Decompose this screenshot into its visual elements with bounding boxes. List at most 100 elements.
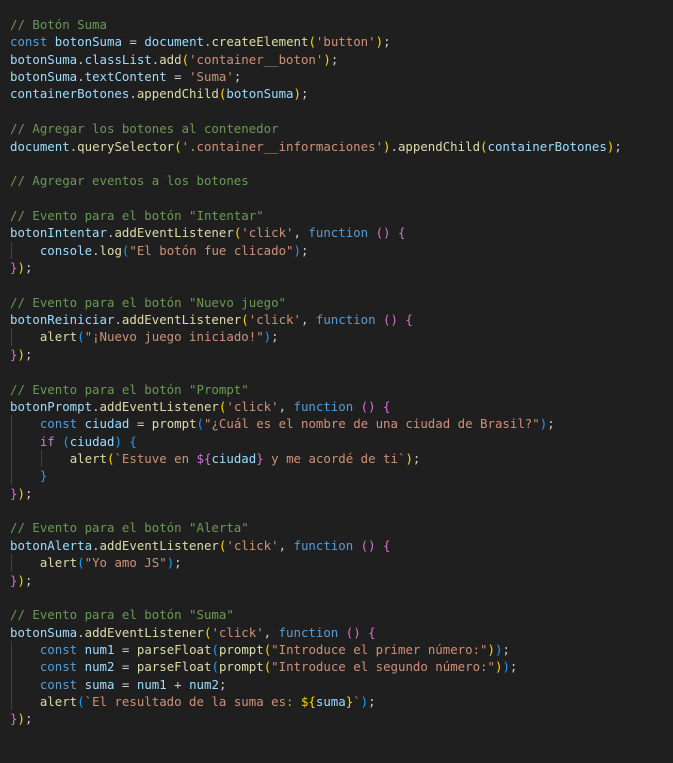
semicolon: ;	[24, 572, 33, 588]
method-addeventlistener: addEventListener	[99, 398, 219, 414]
code-line[interactable]: // Evento para el botón "Prompt"	[0, 381, 673, 398]
identifier-botonreiniciar: botonReiniciar	[10, 312, 115, 328]
code-line[interactable]: const ciudad = prompt("¿Cuál es el nombr…	[0, 415, 673, 433]
dot: .	[92, 398, 100, 414]
method-alert: alert	[39, 694, 78, 710]
code-line[interactable]: botonIntentar.addEventListener('click', …	[0, 224, 673, 241]
method-addeventlistener: addEventListener	[121, 312, 242, 328]
indent-guide	[11, 241, 12, 260]
code-line-blank[interactable]	[0, 155, 673, 172]
identifier-suma: suma	[84, 676, 115, 692]
code-line[interactable]: botonReiniciar.addEventListener('click',…	[0, 311, 673, 328]
keyword-function: function	[293, 537, 354, 553]
code-line[interactable]: // Evento para el botón "Alerta"	[0, 519, 673, 536]
code-line-blank[interactable]	[0, 589, 673, 606]
paren-open: (	[211, 659, 219, 675]
code-line[interactable]: botonSuma.addEventListener('click', func…	[0, 624, 673, 641]
code-line[interactable]: const botonSuma = document.createElement…	[0, 33, 673, 50]
code-line[interactable]: });	[0, 259, 673, 276]
paren-close: )	[17, 711, 25, 727]
code-line[interactable]: const num1 = parseFloat(prompt("Introduc…	[0, 640, 673, 659]
code-line[interactable]: alert("Yo amo JS");	[0, 554, 673, 572]
keyword-function: function	[293, 398, 354, 414]
method-addeventlistener: addEventListener	[99, 537, 219, 553]
string-click: 'click'	[241, 225, 294, 241]
string-introduce-primer: "Introduce el primer número:"	[271, 641, 488, 657]
code-line[interactable]: });	[0, 572, 673, 589]
code-editor-pane[interactable]: // Botón Suma const botonSuma = document…	[0, 0, 673, 763]
code-line[interactable]: });	[0, 710, 673, 727]
comment-token: // Evento para el botón "Alerta"	[10, 520, 249, 536]
code-line[interactable]: botonAlerta.addEventListener('click', fu…	[0, 537, 673, 554]
indent-guide	[11, 449, 12, 468]
code-line-blank[interactable]	[0, 363, 673, 380]
operator-assign: =	[129, 416, 152, 432]
method-alert: alert	[39, 555, 78, 571]
dot: .	[390, 138, 398, 154]
method-add: add	[159, 51, 182, 67]
code-line[interactable]: // Agregar los botones al contenedor	[0, 120, 673, 137]
string-nuevo-juego: "¡Nuevo juego iniciado!"	[84, 329, 264, 345]
semicolon: ;	[547, 416, 555, 432]
code-line[interactable]: const suma = num1 + num2;	[0, 675, 673, 694]
semicolon: ;	[24, 485, 33, 501]
code-line[interactable]: // Botón Suma	[0, 16, 673, 33]
code-line[interactable]: console.log("El botón fue clicado");	[0, 241, 673, 260]
brace-open: {	[383, 537, 391, 553]
paren-open: (	[241, 312, 249, 328]
code-line[interactable]: document.querySelector('.container__info…	[0, 138, 673, 155]
code-line[interactable]: }	[0, 467, 673, 485]
indent-guide	[40, 449, 42, 468]
identifier-num1: num1	[136, 676, 167, 692]
template-expr-close: }	[256, 450, 264, 466]
code-line[interactable]: alert(`El resultado de la suma es: ${sum…	[0, 693, 673, 711]
semicolon: ;	[218, 676, 227, 692]
semicolon: ;	[614, 138, 622, 154]
code-line-blank[interactable]	[0, 190, 673, 207]
paren-open: (	[62, 433, 70, 449]
code-line[interactable]: if (ciudad) {	[0, 432, 673, 450]
paren-open: (	[308, 34, 316, 50]
code-line[interactable]: alert("¡Nuevo juego iniciado!");	[0, 328, 673, 346]
code-line-blank[interactable]	[0, 502, 673, 519]
dot: .	[92, 537, 100, 553]
code-line[interactable]: botonPrompt.addEventListener('click', fu…	[0, 398, 673, 415]
code-line[interactable]: // Evento para el botón "Suma"	[0, 606, 673, 623]
method-prompt: prompt	[218, 659, 264, 675]
comma: ,	[278, 398, 294, 414]
code-line[interactable]: const num2 = parseFloat(prompt("Introduc…	[0, 658, 673, 676]
code-line[interactable]: botonSuma.classList.add('container__boto…	[0, 51, 673, 68]
identifier-botonintentar: botonIntentar	[10, 225, 107, 241]
paren-open: (	[211, 641, 219, 657]
code-line-blank[interactable]	[0, 103, 673, 120]
identifier-num2: num2	[189, 676, 219, 692]
code-line-blank[interactable]	[0, 276, 673, 293]
code-line[interactable]: containerBotones.appendChild(botonSuma);	[0, 85, 673, 102]
template-expr-open: ${	[300, 694, 316, 710]
identifier-botonsuma: botonSuma	[10, 69, 78, 85]
code-line[interactable]: });	[0, 346, 673, 363]
code-line[interactable]: });	[0, 485, 673, 502]
code-line[interactable]: // Agregar eventos a los botones	[0, 172, 673, 189]
indent-guide	[11, 693, 12, 711]
operator-assign: =	[121, 34, 145, 50]
code-line[interactable]: // Evento para el botón "Intentar"	[0, 207, 673, 224]
identifier-botonsuma: botonSuma	[10, 624, 78, 640]
code-line[interactable]: alert(`Estuve en ${ciudad} y me acordé d…	[0, 449, 673, 468]
comma: ,	[263, 624, 279, 640]
semicolon: ;	[383, 34, 391, 50]
paren-close: )	[323, 51, 331, 67]
dot: .	[77, 69, 85, 85]
paren-params: ()	[345, 624, 361, 640]
comment-token: // Evento para el botón "Suma"	[10, 607, 234, 623]
code-line[interactable]: botonSuma.textContent = 'Suma';	[0, 68, 673, 85]
code-line[interactable]: // Evento para el botón "Nuevo juego"	[0, 294, 673, 311]
paren-open: (	[77, 329, 85, 345]
